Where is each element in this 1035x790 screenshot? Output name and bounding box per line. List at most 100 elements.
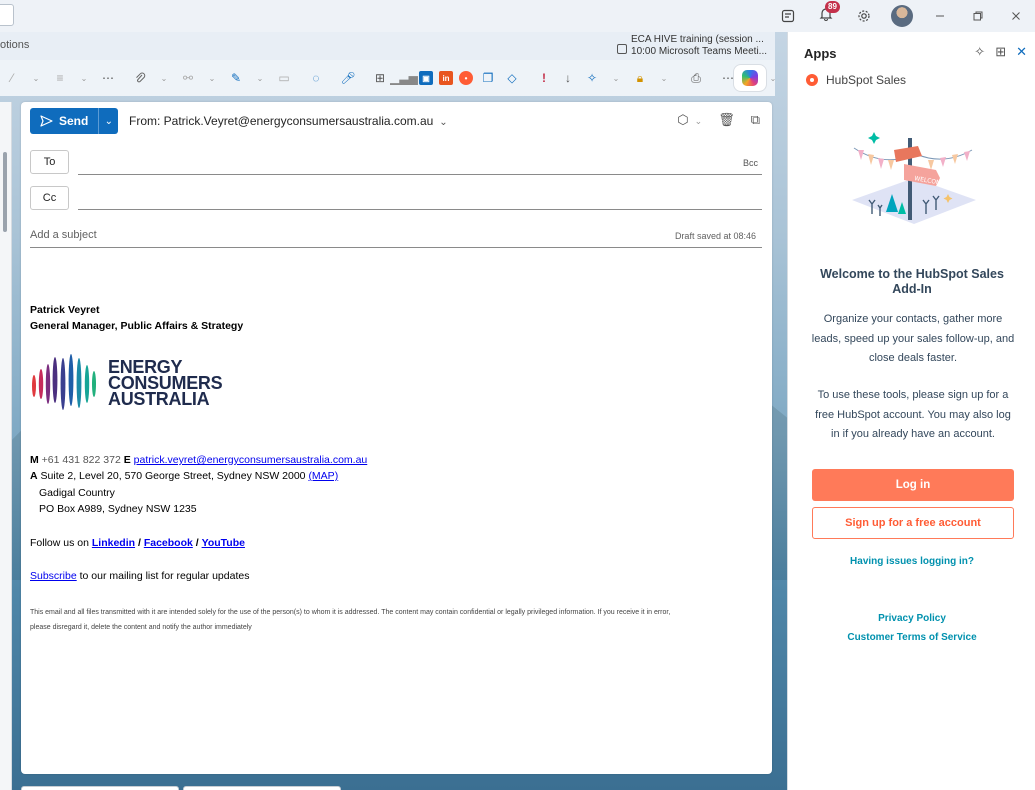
- signature-subscribe-line: Subscribe to our mailing list for regula…: [30, 570, 249, 582]
- youtube-link[interactable]: YouTube: [202, 537, 245, 549]
- importance-low-icon[interactable]: ↓: [559, 68, 577, 88]
- bottom-draft-tab[interactable]: [21, 786, 179, 790]
- scrollbar-thumb[interactable]: [3, 152, 7, 232]
- subject-input[interactable]: Add a subject: [30, 229, 97, 241]
- eca-logo: ENERGY CONSUMERS AUSTRALIA: [30, 350, 223, 416]
- notes-icon[interactable]: [769, 0, 807, 32]
- tab-options[interactable]: otions: [0, 39, 29, 51]
- minimize-icon[interactable]: [921, 0, 959, 32]
- link-icon[interactable]: ⚯: [179, 68, 197, 88]
- welcome-heading: Welcome to the HubSpot Sales Add-In: [788, 267, 1035, 297]
- chevron-down-icon[interactable]: ⌄: [203, 68, 221, 88]
- loop-icon[interactable]: ◌: [307, 68, 325, 88]
- facebook-link[interactable]: Facebook: [144, 537, 193, 549]
- addin-app-name: HubSpot Sales: [826, 73, 907, 87]
- video-icon[interactable]: ▭: [275, 68, 293, 88]
- login-button[interactable]: Log in: [812, 469, 1014, 501]
- document-icon[interactable]: ❐: [479, 68, 497, 88]
- settings-gear-icon[interactable]: [845, 0, 883, 32]
- close-icon[interactable]: ✕: [1016, 44, 1027, 60]
- compose-header-actions: ⬡ ⌄ 🗑︎ ⧉: [677, 112, 760, 128]
- addin-pane-actions: ✧ ⊞ ✕: [974, 44, 1027, 60]
- sensitivity-shield-icon[interactable]: ⬡ ⌄: [677, 112, 702, 128]
- discard-trash-icon[interactable]: 🗑︎: [718, 112, 735, 128]
- chevron-down-icon[interactable]: ⌄: [155, 68, 173, 88]
- chevron-down-icon[interactable]: ⌄: [251, 68, 269, 88]
- chevron-down-icon: ⌄: [439, 117, 448, 128]
- welcome-heading-line-2: Add-In: [892, 282, 932, 296]
- signature-address-line: A Suite 2, Level 20, 570 George Street, …: [30, 470, 338, 482]
- signature-icon[interactable]: ✎: [227, 68, 245, 88]
- addin-app-header: HubSpot Sales: [806, 73, 906, 87]
- bullet-list-icon[interactable]: ≡: [51, 68, 69, 88]
- compose-toolbar: ⁄ ⌄ ≡ ⌄ ⋯ ⌄ ⚯ ⌄ ✎ ⌄ ▭ ◌ 🎤︎ ⊞ ▁▃▅ ▣ in • …: [0, 60, 776, 96]
- close-window-icon[interactable]: [997, 0, 1035, 32]
- pop-out-icon[interactable]: ⧉: [751, 112, 760, 128]
- encrypt-lock-icon[interactable]: 🔒︎: [631, 68, 649, 88]
- email-disclaimer: This email and all files transmitted wit…: [30, 605, 765, 635]
- more-formatting-icon[interactable]: ⋯: [99, 68, 117, 88]
- signup-description: To use these tools, please sign up for a…: [815, 389, 1011, 440]
- meeting-time: 10:00 Microsoft Teams Meeti...: [631, 46, 767, 57]
- separator: /: [137, 537, 141, 549]
- print-icon[interactable]: ⎙: [687, 68, 705, 88]
- pin-icon[interactable]: ✧: [974, 44, 985, 60]
- eca-logo-wordmark: ENERGY CONSUMERS AUSTRALIA: [108, 358, 223, 409]
- signature-follow-line: Follow us on Linkedin / Facebook / YouTu…: [30, 537, 245, 549]
- email-link[interactable]: patrick.veyret@energyconsumersaustralia.…: [134, 454, 368, 466]
- chevron-down-icon[interactable]: ⌄: [75, 68, 93, 88]
- cc-field[interactable]: [78, 209, 762, 210]
- sensitivity-icon[interactable]: ✧: [583, 68, 601, 88]
- logo-line-australia: AUSTRALIA: [108, 389, 210, 409]
- chevron-down-icon[interactable]: ⌄: [655, 68, 673, 88]
- signature-po-box: PO Box A989, Sydney NSW 1235: [39, 503, 197, 515]
- send-arrow-icon: [40, 115, 53, 127]
- subscribe-suffix: to our mailing list for regular updates: [79, 570, 250, 582]
- cc-button[interactable]: Cc: [30, 186, 69, 210]
- title-bar-controls: 89: [769, 0, 1035, 32]
- app-icon-blue[interactable]: ▣: [419, 71, 433, 85]
- send-options-button[interactable]: ⌄: [98, 108, 119, 134]
- account-avatar-button[interactable]: [883, 0, 921, 32]
- welcome-heading-line-1: Welcome to the HubSpot Sales: [820, 267, 1004, 281]
- bottom-draft-tab[interactable]: [183, 786, 341, 790]
- notification-badge: 89: [825, 1, 840, 13]
- to-field[interactable]: [78, 174, 762, 175]
- dictate-mic-icon[interactable]: 🎤︎: [339, 68, 357, 88]
- meeting-title: ECA HIVE training (session ...: [631, 34, 764, 45]
- disclaimer-line-2: please disregard it, delete the content …: [30, 624, 252, 631]
- chevron-down-icon[interactable]: ⌄: [607, 68, 625, 88]
- send-button[interactable]: Send: [30, 108, 99, 134]
- privacy-policy-link[interactable]: Privacy Policy: [788, 613, 1035, 624]
- addin-pane-title: Apps: [804, 46, 837, 61]
- restore-icon[interactable]: [959, 0, 997, 32]
- from-selector[interactable]: From: Patrick.Veyret@energyconsumersaust…: [129, 114, 448, 128]
- login-issues-link[interactable]: Having issues logging in?: [788, 556, 1035, 567]
- subscribe-link[interactable]: Subscribe: [30, 570, 77, 582]
- apps-addin-pane: Apps ✧ ⊞ ✕ HubSpot Sales WELCOME Welcome…: [787, 32, 1035, 790]
- linkedin-link[interactable]: Linkedin: [92, 537, 135, 549]
- search-box-edge[interactable]: [0, 4, 14, 26]
- subject-underline: [30, 247, 762, 248]
- chart-icon[interactable]: ▁▃▅: [390, 68, 418, 88]
- hubspot-icon[interactable]: •: [459, 71, 473, 85]
- signup-button[interactable]: Sign up for a free account: [812, 507, 1014, 539]
- bcc-button[interactable]: Bcc: [743, 158, 758, 168]
- apps-grid-icon[interactable]: ⊞: [371, 68, 389, 88]
- highlight-icon[interactable]: ⁄: [3, 68, 21, 88]
- terms-of-service-link[interactable]: Customer Terms of Service: [788, 632, 1035, 643]
- signature-contact-line: M +61 431 822 372 E patrick.veyret@energ…: [30, 454, 367, 466]
- importance-high-icon[interactable]: !: [535, 68, 553, 88]
- to-button[interactable]: To: [30, 150, 69, 174]
- avatar: [891, 5, 913, 27]
- diamond-icon[interactable]: ◇: [503, 68, 521, 88]
- app-icon-linkedin[interactable]: in: [439, 71, 453, 85]
- copilot-icon: [742, 70, 758, 86]
- chevron-down-icon[interactable]: ⌄: [27, 68, 45, 88]
- notifications-button[interactable]: 89: [807, 0, 845, 32]
- pane-layout-icon[interactable]: ⊞: [995, 44, 1006, 60]
- attach-paperclip-icon[interactable]: [131, 68, 149, 88]
- copilot-button[interactable]: [733, 64, 767, 92]
- upcoming-meeting-reminder[interactable]: ECA HIVE training (session ... 10:00 Mic…: [617, 34, 767, 58]
- map-link[interactable]: (MAP): [308, 470, 338, 482]
